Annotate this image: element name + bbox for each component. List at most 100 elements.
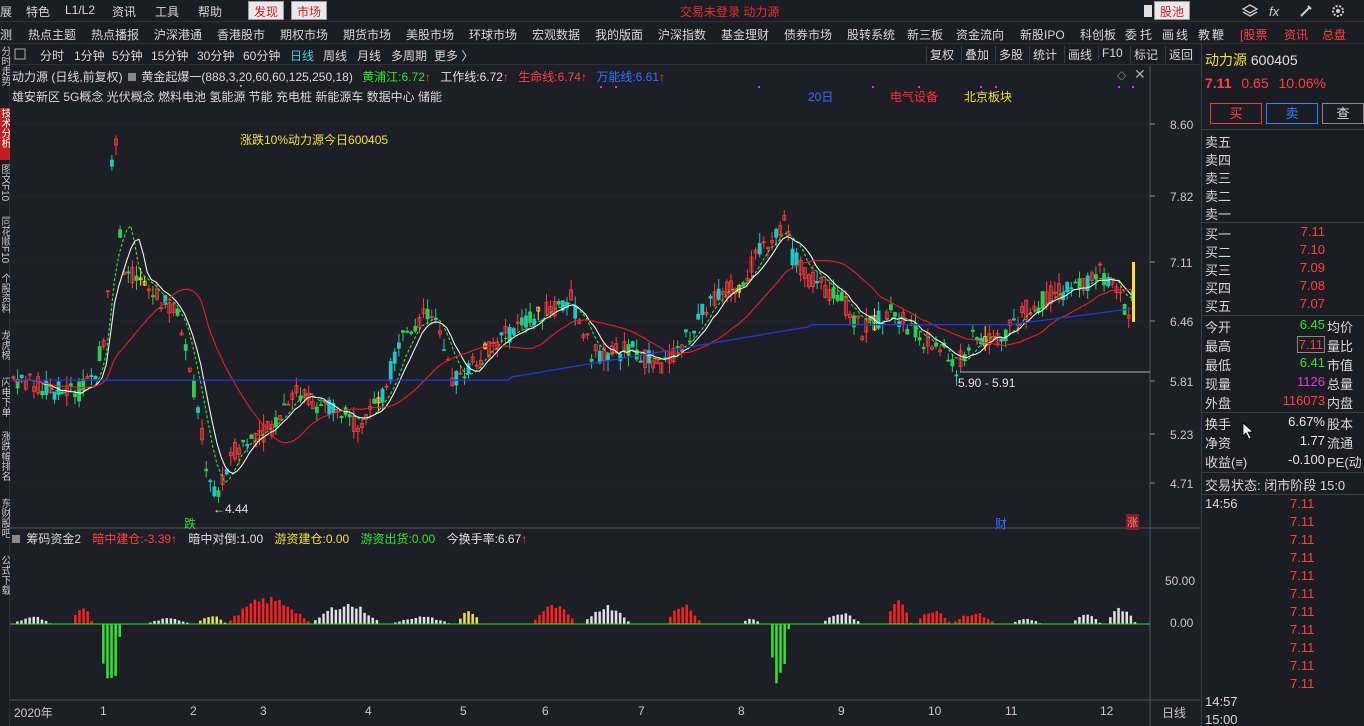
mark-button[interactable]: 标记 bbox=[1130, 46, 1161, 63]
period-7[interactable]: 日线 bbox=[290, 47, 314, 64]
tag-sector[interactable]: 电气设备 bbox=[890, 88, 938, 105]
formula-toggle-icon[interactable] bbox=[128, 73, 137, 81]
tag-20day[interactable]: 20日 bbox=[808, 88, 833, 105]
side-tab-tech-analysis[interactable]: 技术分析 bbox=[0, 108, 10, 160]
nav-item-options[interactable]: 期权市场 bbox=[280, 26, 328, 43]
time-axis-month: 9 bbox=[838, 704, 845, 718]
side-tab-formula-download[interactable]: 公式下载 bbox=[0, 555, 10, 615]
ask-row[interactable]: 卖四 bbox=[1205, 150, 1363, 168]
nav-item-order[interactable]: 委 bbox=[1125, 26, 1137, 43]
sell-button[interactable]: 卖 bbox=[1266, 103, 1318, 124]
stock-pool-button[interactable]: 股池 bbox=[1154, 1, 1191, 20]
buy-button[interactable]: 买 bbox=[1210, 103, 1262, 124]
f10-button[interactable]: F10 bbox=[1098, 46, 1126, 60]
restore-rights-button[interactable]: 复权 bbox=[926, 46, 957, 63]
bid-row[interactable]: 买五 7.07 bbox=[1205, 296, 1363, 314]
menu-item-l1l2[interactable]: L1/L2 bbox=[65, 3, 95, 17]
period-9[interactable]: 月线 bbox=[357, 47, 381, 64]
close-icon[interactable]: ✕ bbox=[1134, 66, 1146, 83]
right-tab-stock[interactable]: [股票 bbox=[1240, 26, 1267, 43]
formula-name[interactable]: 黄金起爆一(888,3,20,60,60,125,250,18) bbox=[141, 70, 352, 84]
menu-item-help[interactable]: 帮助 bbox=[198, 3, 222, 20]
period-5[interactable]: 30分钟 bbox=[197, 47, 234, 64]
formula-fx-icon[interactable]: fx bbox=[1268, 3, 1288, 19]
side-tab-lhb[interactable]: 龙虎榜 bbox=[0, 330, 10, 375]
nav-item-hk-connect[interactable]: 沪深港通 bbox=[154, 26, 202, 43]
nav-item-hk-stocks[interactable]: 香港股市 bbox=[217, 26, 265, 43]
period-11[interactable]: 更多 〉 bbox=[434, 47, 473, 64]
period-6[interactable]: 60分钟 bbox=[243, 47, 280, 64]
nav-item-draw[interactable]: 画 bbox=[1162, 26, 1174, 43]
back-button[interactable]: 返回 bbox=[1165, 46, 1196, 63]
bid-row[interactable]: 买三 7.09 bbox=[1205, 260, 1363, 278]
stock-pool-icon[interactable] bbox=[1144, 5, 1152, 17]
layers-icon[interactable] bbox=[1242, 3, 1258, 19]
ask-row[interactable]: 卖一 bbox=[1205, 204, 1363, 222]
nav-item-bonds[interactable]: 债券市场 bbox=[784, 26, 832, 43]
overlay-button[interactable]: 叠加 bbox=[961, 46, 992, 63]
bid-row[interactable]: 买一 7.11 bbox=[1205, 224, 1363, 242]
period-2[interactable]: 1分钟 bbox=[74, 47, 105, 64]
ask-row[interactable]: 卖二 bbox=[1205, 186, 1363, 204]
period-3[interactable]: 5分钟 bbox=[112, 47, 143, 64]
nav-item-funds[interactable]: 基金理财 bbox=[721, 26, 769, 43]
period-10[interactable]: 多周期 bbox=[391, 47, 427, 64]
nav-item-futures[interactable]: 期货市场 bbox=[343, 26, 391, 43]
nav-item-macro[interactable]: 宏观数据 bbox=[532, 26, 580, 43]
nav-item-indices[interactable]: 沪深指数 bbox=[658, 26, 706, 43]
panel-icon[interactable] bbox=[14, 48, 26, 60]
side-tab-ths-f10[interactable]: 同花顺F10 bbox=[0, 216, 10, 271]
right-tab-overview[interactable]: 总盘 bbox=[1322, 26, 1346, 43]
nav-item-us-stocks[interactable]: 美股市场 bbox=[406, 26, 454, 43]
nav-item-whip[interactable]: 鞭 bbox=[1212, 26, 1224, 43]
nav-item-order2[interactable]: 托 bbox=[1140, 26, 1152, 43]
right-tab-news[interactable]: 资讯 bbox=[1284, 26, 1308, 43]
lower-formula-icon[interactable] bbox=[12, 535, 20, 543]
nav-item-global[interactable]: 环球市场 bbox=[469, 26, 517, 43]
period-8[interactable]: 周线 bbox=[323, 47, 347, 64]
menu-item-expand[interactable]: 展 bbox=[0, 3, 12, 20]
kline-chart[interactable] bbox=[10, 66, 1200, 726]
nav-item-new-third-board[interactable]: 新三板 bbox=[907, 26, 943, 43]
gear-icon[interactable] bbox=[1330, 3, 1346, 19]
side-tab-forum[interactable]: 东财股吧 bbox=[0, 498, 10, 553]
tools-icon[interactable] bbox=[1298, 3, 1314, 19]
nav-item[interactable]: 测 bbox=[0, 26, 12, 43]
nav-item-hot-news[interactable]: 热点播报 bbox=[91, 26, 139, 43]
bid-row[interactable]: 买四 7.08 bbox=[1205, 278, 1363, 296]
nav-item-ipo[interactable]: 新股IPO bbox=[1020, 26, 1065, 43]
side-tab-ranking[interactable]: 涨跌幅排名 bbox=[0, 431, 10, 496]
side-tab-f10-graphic[interactable]: 图文F10 bbox=[0, 164, 10, 214]
multi-stock-button[interactable]: 多股 bbox=[995, 46, 1026, 63]
side-tab-timeshare[interactable]: 分时走势 bbox=[0, 46, 10, 106]
side-tab-quick-order[interactable]: 闪电下单 bbox=[0, 377, 10, 429]
draw-line-button[interactable]: 画线 bbox=[1064, 46, 1095, 63]
ask-row[interactable]: 卖三 bbox=[1205, 168, 1363, 186]
concept-list[interactable]: 雄安新区 5G概念 光伏概念 燃料电池 氢能源 节能 充电桩 新能源车 数据中心… bbox=[12, 88, 442, 105]
menu-item-features[interactable]: 特色 bbox=[26, 3, 50, 20]
nav-item-hot-topics[interactable]: 热点主题 bbox=[28, 26, 76, 43]
side-tab-profile[interactable]: 个股资料 bbox=[0, 273, 10, 328]
nav-item-line[interactable]: 线 bbox=[1176, 26, 1188, 43]
nav-item-teach[interactable]: 教 bbox=[1198, 26, 1210, 43]
bid-row[interactable]: 买二 7.10 bbox=[1205, 242, 1363, 260]
nav-item-fund-flow[interactable]: 资金流向 bbox=[956, 26, 1004, 43]
menu-item-news[interactable]: 资讯 bbox=[112, 3, 136, 20]
diamond-icon[interactable]: ◇ bbox=[1117, 68, 1126, 82]
period-1[interactable]: 分时 bbox=[40, 47, 64, 64]
tag-region[interactable]: 北京板块 bbox=[964, 88, 1012, 105]
price-tick: 6.46 bbox=[1170, 315, 1194, 329]
statistics-button[interactable]: 统计 bbox=[1029, 46, 1060, 63]
lower-formula-name[interactable]: 筹码资金2 bbox=[26, 532, 81, 546]
marker-finance[interactable]: 财 bbox=[995, 515, 1007, 532]
discover-tab[interactable]: 发现 bbox=[248, 1, 285, 20]
nav-item-my-layout[interactable]: 我的版面 bbox=[595, 26, 643, 43]
market-tab[interactable]: 市场 bbox=[291, 1, 328, 20]
menu-item-tools[interactable]: 工具 bbox=[155, 3, 179, 20]
marker-limit-up[interactable]: 涨 bbox=[1126, 514, 1139, 530]
period-4[interactable]: 15分钟 bbox=[151, 47, 188, 64]
nav-item-neeq[interactable]: 股转系统 bbox=[847, 26, 895, 43]
ask-row[interactable]: 卖五 bbox=[1205, 132, 1363, 150]
query-button[interactable]: 查 bbox=[1322, 103, 1364, 124]
nav-item-star-market[interactable]: 科创板 bbox=[1080, 26, 1116, 43]
